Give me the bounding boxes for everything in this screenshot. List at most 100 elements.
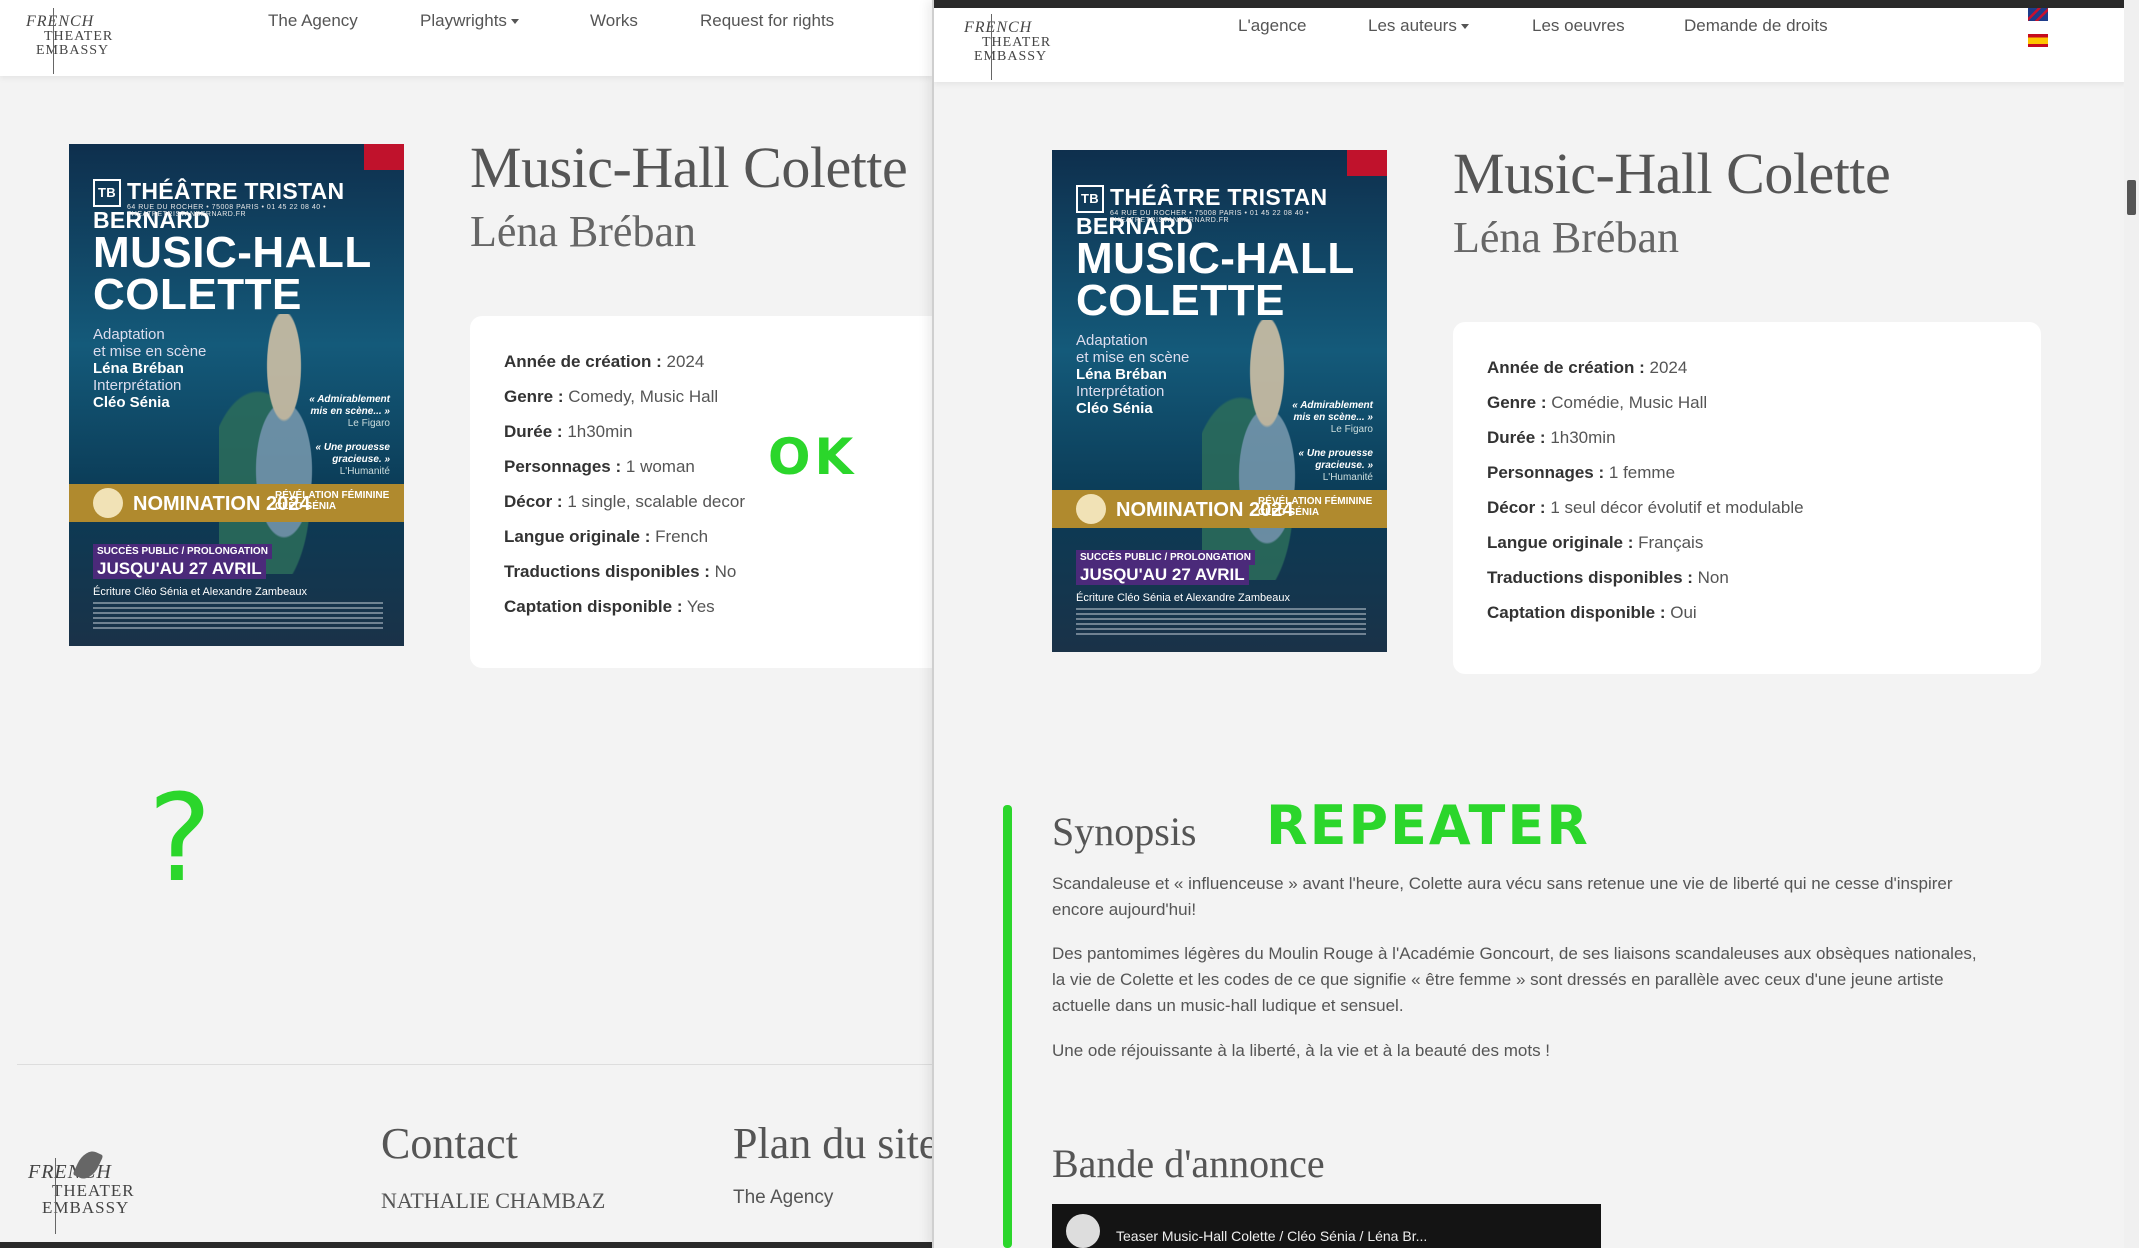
scrollbar-thumb[interactable] bbox=[2127, 180, 2136, 215]
synopsis-paragraph-3: Une ode réjouissante à la liberté, à la … bbox=[1052, 1041, 1551, 1060]
spec-label: Décor : bbox=[1487, 498, 1546, 517]
spec-language: Langue originale : French bbox=[504, 527, 708, 547]
poster-quote-1: « Admirablement mis en scène... » Le Figa… bbox=[300, 394, 390, 430]
poster-mise: et mise en scène bbox=[1076, 349, 1190, 366]
nav-playwrights[interactable]: Playwrights bbox=[420, 11, 519, 31]
logo-line2: THEATER bbox=[982, 35, 1052, 50]
spec-value: Comedy, Music Hall bbox=[568, 387, 719, 406]
logo-line2: THEATER bbox=[52, 1181, 135, 1200]
synopsis-paragraph-1: Scandaleuse et « influenceuse » avant l'… bbox=[1052, 874, 1953, 919]
spec-label: Traductions disponibles : bbox=[504, 562, 710, 581]
poster-corner-logo bbox=[364, 144, 404, 170]
poster-interp: Interprétation bbox=[1076, 383, 1165, 400]
poster-actor: Cléo Sénia bbox=[93, 394, 170, 411]
spec-label: Personnages : bbox=[504, 457, 622, 476]
revelation-name: CLÉO SÉNIA bbox=[1258, 507, 1320, 518]
poster-mise: et mise en scène bbox=[93, 343, 207, 360]
spec-value: 1 femme bbox=[1608, 463, 1676, 482]
quote1-text: « Admirablement mis en scène... » bbox=[1292, 400, 1373, 423]
spec-value: 1 seul décor évolutif et modulable bbox=[1550, 498, 1804, 517]
author-name[interactable]: Léna Bréban bbox=[1453, 212, 1679, 263]
spec-value: 1h30min bbox=[1550, 428, 1616, 447]
poster-revelation: RÉVÉLATION FÉMININE CLÉO SÉNIA bbox=[275, 490, 389, 512]
spec-recording: Captation disponible : Yes bbox=[504, 597, 715, 617]
spec-characters: Personnages : 1 femme bbox=[1487, 463, 1675, 483]
spec-duration: Durée : 1h30min bbox=[1487, 428, 1616, 448]
poster-credits-top: Adaptation et mise en scène Léna Bréban … bbox=[93, 326, 206, 411]
spec-value: Non bbox=[1697, 568, 1729, 587]
synopsis-paragraph-2: Des pantomimes légères du Moulin Rouge à… bbox=[1052, 944, 1977, 1015]
chevron-down-icon bbox=[1460, 24, 1469, 30]
spec-label: Année de création : bbox=[504, 352, 662, 371]
spanish-flag-icon[interactable] bbox=[2028, 34, 2048, 47]
author-name[interactable]: Léna Bréban bbox=[470, 206, 696, 257]
annotation-green-line bbox=[1003, 805, 1012, 1248]
spec-label: Durée : bbox=[504, 422, 563, 441]
footer-link-agency[interactable]: The Agency bbox=[733, 1187, 833, 1209]
spec-label: Décor : bbox=[504, 492, 563, 511]
channel-avatar bbox=[1066, 1214, 1100, 1248]
spec-translations: Traductions disponibles : No bbox=[504, 562, 736, 582]
spec-value: 1h30min bbox=[567, 422, 633, 441]
spec-label: Captation disponible : bbox=[504, 597, 683, 616]
spec-label: Langue originale : bbox=[1487, 533, 1634, 552]
quote2-source: L'Humanité bbox=[339, 466, 390, 477]
logo-line2: THEATER bbox=[44, 29, 114, 44]
scrollbar[interactable] bbox=[2124, 0, 2139, 1248]
spec-value: French bbox=[655, 527, 709, 546]
poster-writing: Écriture Cléo Sénia et Alexandre Zambeau… bbox=[93, 586, 308, 598]
nav-the-agency[interactable]: The Agency bbox=[268, 11, 358, 31]
english-flag-icon[interactable] bbox=[2028, 8, 2048, 21]
synopsis-title: Synopsis bbox=[1052, 809, 1197, 854]
poster-title: MUSIC-HALL COLETTE bbox=[93, 231, 372, 319]
spec-label: Captation disponible : bbox=[1487, 603, 1666, 622]
revelation-title: RÉVÉLATION FÉMININE bbox=[275, 490, 390, 501]
quote2-source: L'Humanité bbox=[1322, 472, 1373, 483]
revelation-name: CLÉO SÉNIA bbox=[275, 501, 337, 512]
spec-value: Oui bbox=[1670, 603, 1697, 622]
show-poster: TB THÉÂTRE TRISTAN BERNARD 64 RUE DU ROCH… bbox=[69, 144, 404, 646]
spec-label: Traductions disponibles : bbox=[1487, 568, 1693, 587]
spec-value: Comédie, Music Hall bbox=[1551, 393, 1708, 412]
spec-value: 2024 bbox=[1649, 358, 1688, 377]
footer-divider bbox=[17, 1064, 932, 1065]
nav-works[interactable]: Works bbox=[590, 11, 638, 31]
specs-card: Année de création : 2024 Genre : Comedy,… bbox=[470, 316, 932, 668]
nav-demande-droits[interactable]: Demande de droits bbox=[1684, 16, 1828, 36]
tb-logo-icon: TB bbox=[93, 178, 121, 207]
spec-duration: Durée : 1h30min bbox=[504, 422, 633, 442]
moliere-medal-icon bbox=[1076, 494, 1106, 524]
site-logo[interactable]: FRENCH THEATER EMBASSY bbox=[964, 14, 1052, 80]
nav-les-auteurs-label: Les auteurs bbox=[1368, 16, 1457, 35]
poster-title-2: COLETTE bbox=[93, 270, 302, 319]
video-title[interactable]: Teaser Music-Hall Colette / Cléo Sénia /… bbox=[1116, 1228, 1427, 1244]
spec-value: Français bbox=[1638, 533, 1704, 552]
poster-until: JUSQU'AU 27 AVRIL bbox=[1076, 565, 1249, 585]
spec-value: Yes bbox=[686, 597, 715, 616]
poster-fine-print bbox=[93, 602, 383, 632]
poster-interp: Interprétation bbox=[93, 377, 182, 394]
annotation-repeater: REPEATER bbox=[1266, 794, 1590, 857]
poster-credits-top: Adaptation et mise en scène Léna Bréban … bbox=[1076, 332, 1189, 417]
logo-bar bbox=[55, 1158, 56, 1234]
poster-adapt: Adaptation bbox=[1076, 332, 1148, 349]
spec-decor: Décor : 1 seul décor évolutif et modulab… bbox=[1487, 498, 1804, 518]
revelation-title: RÉVÉLATION FÉMININE bbox=[1258, 496, 1373, 507]
spec-language: Langue originale : Français bbox=[1487, 533, 1703, 553]
site-logo[interactable]: FRENCH THEATER EMBASSY bbox=[26, 8, 114, 74]
footer-logo[interactable]: FRENCH THEATER EMBASSY bbox=[28, 1147, 135, 1234]
specs-card: Année de création : 2024 Genre : Comédie… bbox=[1453, 322, 2041, 674]
nav-lagence[interactable]: L'agence bbox=[1238, 16, 1306, 36]
video-embed[interactable]: Teaser Music-Hall Colette / Cléo Sénia /… bbox=[1052, 1204, 1601, 1248]
spec-value: 1 single, scalable decor bbox=[567, 492, 745, 511]
spec-year: Année de création : 2024 bbox=[504, 352, 704, 372]
spec-label: Durée : bbox=[1487, 428, 1546, 447]
annotation-question: ? bbox=[148, 770, 212, 909]
spec-characters: Personnages : 1 woman bbox=[504, 457, 695, 477]
quote1-source: Le Figaro bbox=[1330, 424, 1373, 435]
spec-year: Année de création : 2024 bbox=[1487, 358, 1687, 378]
nav-request-rights[interactable]: Request for rights bbox=[700, 11, 834, 31]
nav-les-auteurs[interactable]: Les auteurs bbox=[1368, 16, 1469, 36]
nav-les-oeuvres[interactable]: Les oeuvres bbox=[1532, 16, 1625, 36]
taskbar-strip bbox=[0, 1242, 932, 1248]
